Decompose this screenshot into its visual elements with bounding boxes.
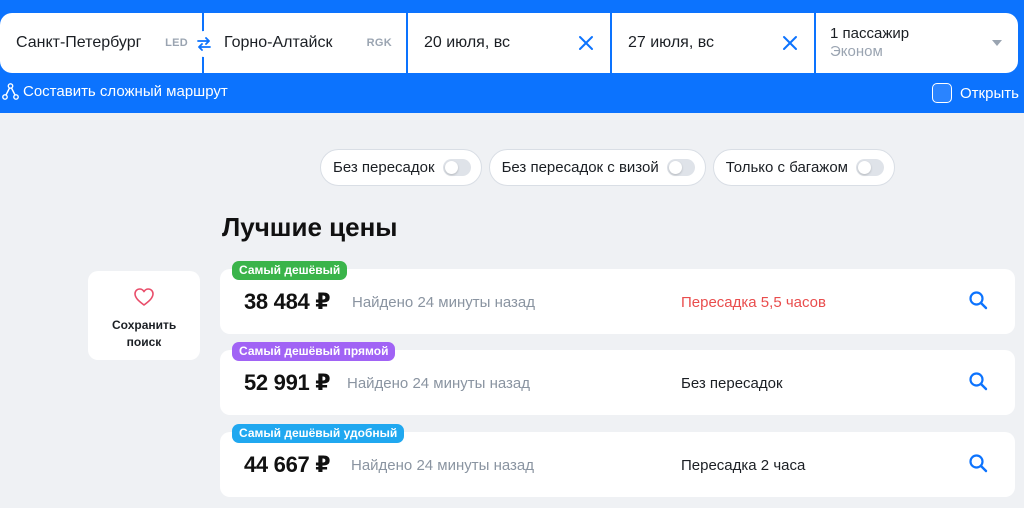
save-search-button[interactable]: Сохранить поиск	[88, 271, 200, 360]
clear-icon	[579, 36, 593, 50]
filter-toggle[interactable]	[855, 159, 884, 176]
transfer-info: Пересадка 5,5 часов	[681, 294, 826, 311]
depart-date-field[interactable]: 20 июля, вс	[408, 13, 610, 73]
destination-city: Горно-Алтайск	[224, 34, 333, 51]
price-card-cheapest-convenient[interactable]: Самый дешёвый удобный 44 667 ₽ Найдено 2…	[220, 424, 1015, 497]
passenger-count: 1 пассажир	[830, 25, 910, 42]
badge-cheapest-direct: Самый дешёвый прямой	[232, 342, 396, 361]
chevron-down-icon	[992, 40, 1002, 46]
swap-button[interactable]	[191, 31, 217, 57]
destination-iata: RGK	[366, 37, 392, 49]
cabin-class: Эконом	[830, 43, 883, 60]
filter-label: Без пересадок	[333, 159, 435, 176]
return-date-field[interactable]: 27 июля, вс	[612, 13, 814, 73]
open-checkbox[interactable]	[932, 83, 952, 103]
search-form: Санкт-Петербург LED Горно-Алтайск RGK 20…	[0, 13, 1018, 73]
complex-route-link[interactable]: Составить сложный маршрут	[2, 83, 228, 100]
clear-return-date-button[interactable]	[780, 33, 800, 53]
price: 52 991 ₽	[244, 370, 331, 395]
filter-toggle[interactable]	[666, 159, 695, 176]
filter-toggle[interactable]	[442, 159, 471, 176]
price-card-cheapest-direct[interactable]: Самый дешёвый прямой 52 991 ₽ Найдено 24…	[220, 342, 1015, 415]
filter-no-transfers[interactable]: Без пересадок	[320, 149, 482, 186]
found-time: Найдено 24 минуты назад	[352, 294, 536, 311]
origin-city: Санкт-Петербург	[16, 34, 142, 51]
passengers-field[interactable]: 1 пассажир Эконом	[816, 13, 1018, 73]
passengers-summary: 1 пассажир Эконом	[830, 25, 909, 61]
found-time: Найдено 24 минуты назад	[347, 375, 531, 392]
clear-depart-date-button[interactable]	[576, 33, 596, 53]
destination-field[interactable]: Горно-Алтайск RGK	[204, 13, 406, 73]
swap-icon	[197, 37, 211, 51]
open-option[interactable]: Открыть	[932, 83, 1019, 103]
clear-icon	[783, 36, 797, 50]
filter-label: Только с багажом	[725, 159, 848, 176]
search-icon[interactable]	[968, 290, 988, 310]
found-time: Найдено 24 минуты назад	[351, 457, 535, 474]
route-icon	[2, 83, 19, 100]
transfer-info: Без пересадок	[681, 375, 783, 392]
complex-route-label: Составить сложный маршрут	[23, 83, 228, 100]
filter-label: Без пересадок с визой	[501, 159, 659, 176]
filters-bar: Без пересадок Без пересадок с визой Толь…	[320, 149, 895, 186]
return-date: 27 июля, вс	[628, 34, 715, 51]
badge-cheapest-convenient: Самый дешёвый удобный	[232, 424, 405, 443]
save-search-label: Сохранить поиск	[112, 318, 177, 349]
depart-date: 20 июля, вс	[424, 34, 511, 51]
search-icon[interactable]	[968, 371, 988, 391]
best-prices-title: Лучшие цены	[222, 212, 398, 242]
search-header: Санкт-Петербург LED Горно-Алтайск RGK 20…	[0, 0, 1024, 113]
price-card-cheapest[interactable]: Самый дешёвый 38 484 ₽ Найдено 24 минуты…	[220, 261, 1015, 334]
open-label: Открыть	[960, 84, 1019, 102]
transfer-info: Пересадка 2 часа	[681, 457, 806, 474]
filter-baggage-only[interactable]: Только с багажом	[712, 149, 895, 186]
price: 44 667 ₽	[244, 452, 331, 477]
filter-no-transfers-visa[interactable]: Без пересадок с визой	[488, 149, 706, 186]
search-icon[interactable]	[968, 453, 988, 473]
origin-iata: LED	[165, 37, 188, 49]
price: 38 484 ₽	[244, 289, 331, 314]
badge-cheapest: Самый дешёвый	[232, 261, 348, 280]
heart-icon	[134, 288, 154, 306]
origin-field[interactable]: Санкт-Петербург LED	[0, 13, 202, 73]
